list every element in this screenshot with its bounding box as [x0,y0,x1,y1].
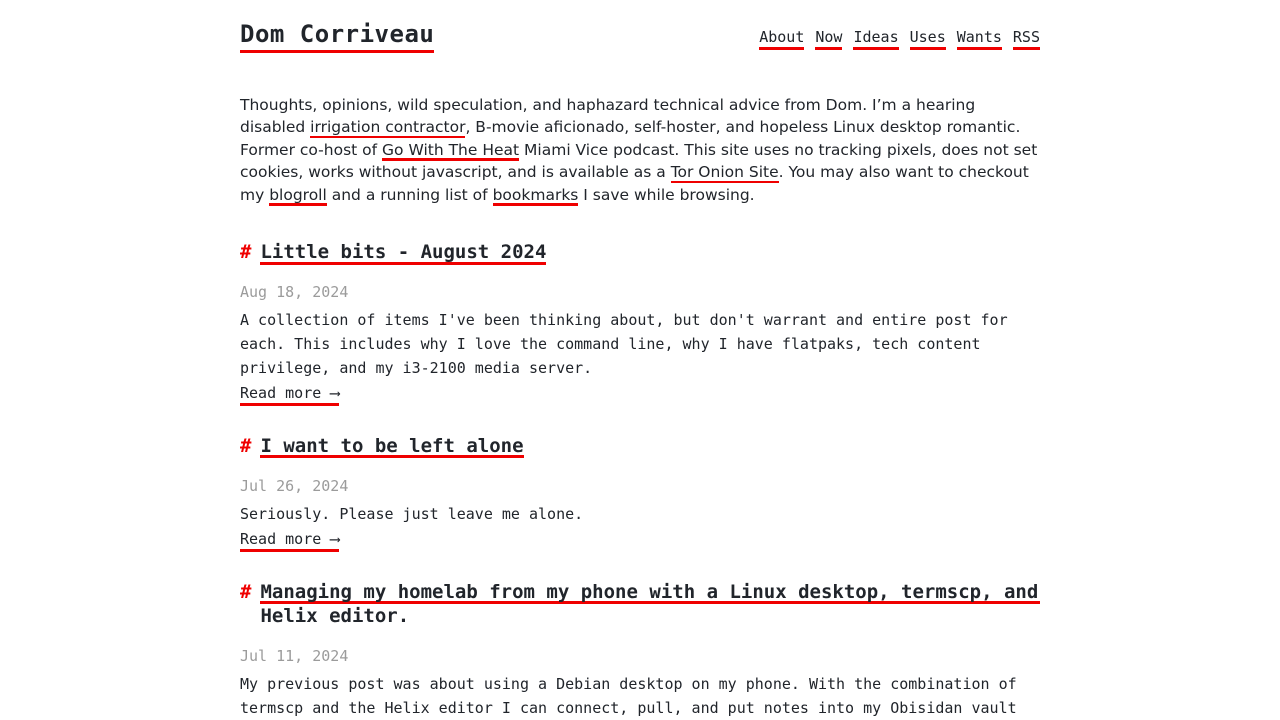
post-date: Jul 11, 2024 [240,646,349,665]
link-label: Tor Onion Site [670,163,779,182]
link-label: Go With The Heat [382,140,520,159]
main-nav: About Now Ideas Uses Wants RSS [759,28,1040,50]
nav-item-wants[interactable]: Wants [956,28,1002,50]
anchor-hash-icon[interactable]: # [240,434,260,458]
link-blogroll[interactable]: blogroll [269,185,327,206]
post-item: # Little bits - August 2024 Aug 18, 2024… [240,240,1040,407]
nav-label: Uses [909,28,946,46]
intro-text: I save while browsing. [578,185,755,204]
link-tor-onion-site[interactable]: Tor Onion Site [670,163,779,184]
red-underline [310,135,466,139]
read-more-label: Read more ⟶ [240,529,340,548]
red-underline [1012,47,1040,50]
post-excerpt: Seriously. Please just leave me alone. [240,504,584,523]
read-more-link[interactable]: Read more ⟶ [240,382,340,407]
red-underline [240,49,435,53]
red-underline [382,158,520,161]
post-excerpt: My previous post was about using a Debia… [240,674,1017,717]
nav-label: Ideas [853,28,899,46]
post-title-link[interactable]: Managing my homelab from my phone with a… [260,579,1040,630]
page-container: Dom Corriveau About Now Ideas Uses Wants… [240,0,1040,720]
read-more-link[interactable]: Read more ⟶ [240,528,340,552]
red-underline [815,47,843,50]
nav-item-ideas[interactable]: Ideas [853,28,899,50]
nav-item-rss[interactable]: RSS [1012,28,1040,50]
intro-text: and a running list of [326,185,493,204]
post-title-link[interactable]: Little bits - August 2024 [260,240,547,267]
post-date: Aug 18, 2024 [240,283,349,302]
red-underline [759,47,805,50]
nav-label: About [759,28,805,46]
read-more-label: Read more ⟶ [240,384,340,403]
post-heading: # Little bits - August 2024 [240,240,1040,267]
anchor-hash-icon[interactable]: # [240,240,260,264]
link-label: blogroll [269,185,327,204]
post-date: Jul 26, 2024 [240,476,349,495]
nav-item-now[interactable]: Now [815,28,843,50]
red-underline [240,548,340,552]
intro-paragraph: Thoughts, opinions, wild speculation, an… [240,94,1040,207]
link-irrigation-contractor[interactable]: irrigation contractor [310,118,466,139]
post-item: # Managing my homelab from my phone with… [240,579,1040,720]
post-title-link[interactable]: I want to be left alone [260,434,524,461]
nav-label: Now [815,28,843,46]
site-title-text: Dom Corriveau [240,20,435,48]
anchor-hash-icon[interactable]: # [240,580,260,604]
red-underline [956,47,1002,50]
post-heading: # Managing my homelab from my phone with… [240,579,1040,630]
nav-label: RSS [1012,28,1040,46]
site-title-link[interactable]: Dom Corriveau [240,20,435,53]
post-item: # I want to be left alone Jul 26, 2024 S… [240,434,1040,552]
red-underline [853,47,899,50]
red-underline [670,180,779,184]
post-heading: # I want to be left alone [240,434,1040,461]
nav-item-uses[interactable]: Uses [909,28,946,50]
site-header: Dom Corriveau About Now Ideas Uses Wants… [240,18,1040,53]
link-label: bookmarks [492,185,579,204]
post-excerpt: A collection of items I've been thinking… [240,311,1008,378]
nav-item-about[interactable]: About [759,28,805,50]
red-underline [909,47,946,50]
nav-label: Wants [956,28,1002,46]
link-go-with-the-heat[interactable]: Go With The Heat [382,140,520,161]
red-underline [269,203,327,206]
link-label: irrigation contractor [310,118,466,137]
link-bookmarks[interactable]: bookmarks [492,185,579,206]
red-underline [492,203,579,206]
red-underline [240,403,340,407]
post-list: # Little bits - August 2024 Aug 18, 2024… [240,240,1040,719]
